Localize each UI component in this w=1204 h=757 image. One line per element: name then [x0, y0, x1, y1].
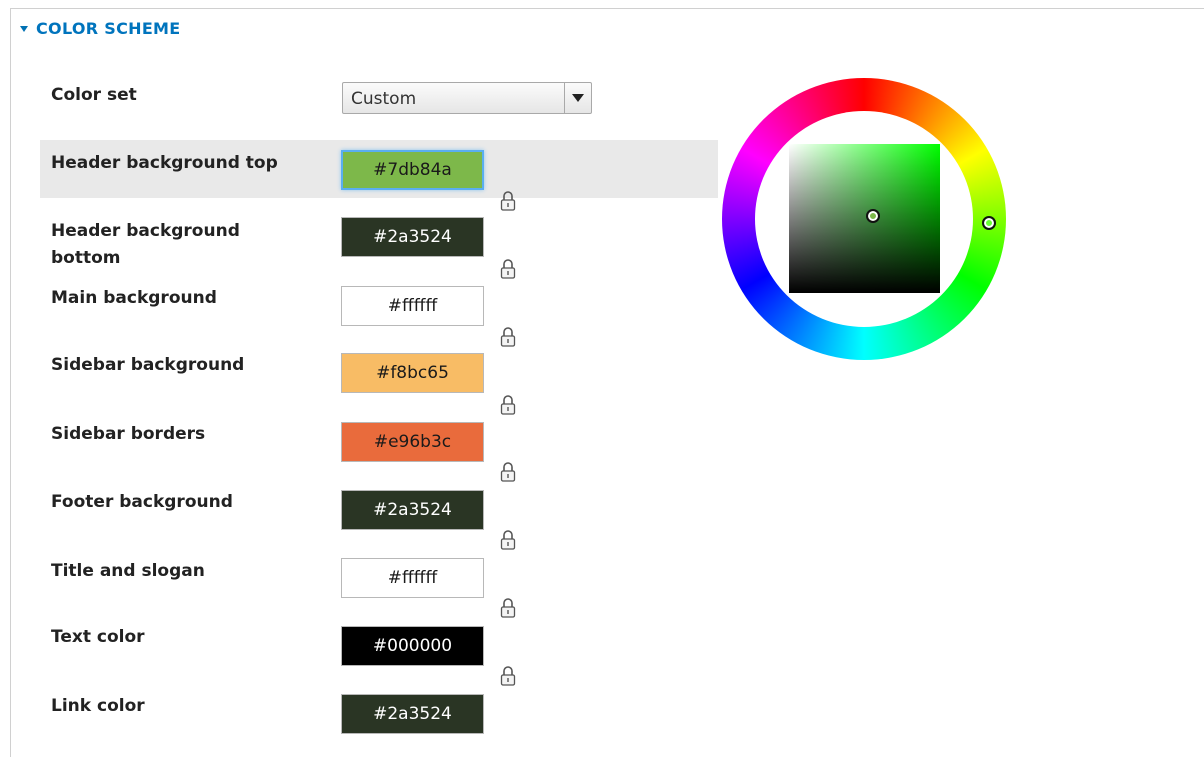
field-label: Main background	[51, 288, 217, 308]
lock-icon[interactable]	[500, 190, 516, 212]
color-set-selected: Custom	[351, 89, 417, 109]
lock-icon[interactable]	[500, 258, 516, 280]
fieldset-border-top	[10, 8, 1204, 9]
fieldset-border-left	[10, 8, 11, 757]
lock-icon[interactable]	[500, 326, 516, 348]
hue-marker[interactable]	[982, 216, 996, 230]
color-set-label: Color set	[51, 85, 137, 105]
color-input-main-bg[interactable]: #ffffff	[341, 286, 484, 326]
color-input-title-slogan[interactable]: #ffffff	[341, 558, 484, 598]
field-label: Header background top	[51, 153, 278, 173]
section-title: COLOR SCHEME	[36, 19, 181, 38]
saturation-value-square[interactable]	[789, 144, 940, 293]
field-label: Sidebar background	[51, 355, 245, 375]
color-set-select[interactable]: Custom	[342, 82, 592, 114]
color-input-header-top[interactable]: #7db84a	[341, 150, 484, 190]
color-input-footer-bg[interactable]: #2a3524	[341, 490, 484, 530]
triangle-down-icon	[20, 25, 28, 32]
chevron-down-icon[interactable]	[564, 83, 591, 113]
color-input-sidebar-borders[interactable]: #e96b3c	[341, 422, 484, 462]
field-label: Title and slogan	[51, 561, 205, 581]
lock-icon[interactable]	[500, 665, 516, 687]
color-input-link-color[interactable]: #2a3524	[341, 694, 484, 734]
color-input-text-color[interactable]: #000000	[341, 626, 484, 666]
lock-icon[interactable]	[500, 394, 516, 416]
field-label: Link color	[51, 696, 145, 716]
color-input-sidebar-bg[interactable]: #f8bc65	[341, 353, 484, 393]
field-label: Header background bottom	[51, 221, 240, 268]
color-picker[interactable]	[722, 78, 1006, 360]
color-scheme-toggle[interactable]: COLOR SCHEME	[20, 19, 181, 38]
lock-icon[interactable]	[500, 461, 516, 483]
field-label: Footer background	[51, 492, 233, 512]
saturation-value-marker[interactable]	[866, 209, 880, 223]
color-input-header-bottom[interactable]: #2a3524	[341, 217, 484, 257]
lock-icon[interactable]	[500, 529, 516, 551]
field-label: Sidebar borders	[51, 424, 206, 444]
field-label: Text color	[51, 627, 145, 647]
lock-icon[interactable]	[500, 597, 516, 619]
